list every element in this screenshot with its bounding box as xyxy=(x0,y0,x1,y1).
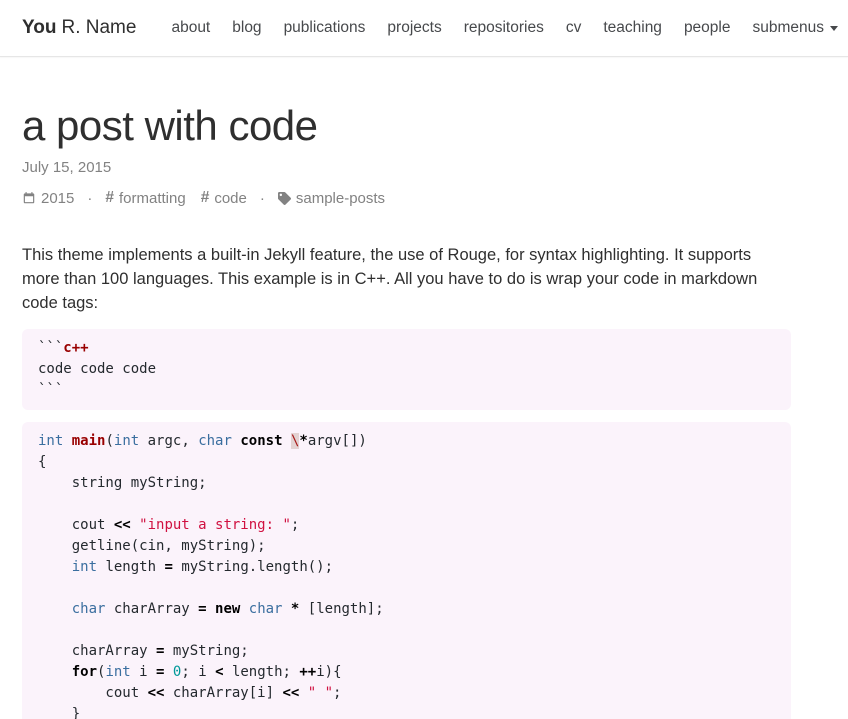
calendar-icon xyxy=(22,191,36,205)
code-line: { xyxy=(38,452,775,473)
code-line: cout << "input a string: "; xyxy=(38,515,775,536)
category-link-formatting[interactable]: # formatting xyxy=(105,189,185,207)
post-content: a post with code July 15, 2015 2015 · # … xyxy=(0,102,848,719)
category-links: # formatting # code xyxy=(105,189,246,207)
code-line xyxy=(38,494,775,515)
tag-icon xyxy=(278,192,291,205)
code-line: code code code xyxy=(38,359,775,380)
chevron-down-icon xyxy=(830,26,838,31)
tag-link-sample-posts[interactable]: sample-posts xyxy=(278,190,385,207)
nav-item-about[interactable]: about xyxy=(160,19,221,37)
hash-icon: # xyxy=(105,189,114,207)
code-block-markdown-example: ```c++code code code``` xyxy=(22,329,791,410)
code-line: charArray = myString; xyxy=(38,641,775,662)
code-line: cout << charArray[i] << " "; xyxy=(38,683,775,704)
code-line: for(int i = 0; i < length; ++i){ xyxy=(38,662,775,683)
hash-icon: # xyxy=(201,189,210,207)
meta-separator: · xyxy=(260,190,265,207)
post-meta: 2015 · # formatting # code · sample-post… xyxy=(22,189,791,207)
tag-label: sample-posts xyxy=(296,190,385,207)
code-block-cpp-example: int main(int argc, char const \*argv[]){… xyxy=(22,422,791,719)
submenus-label: submenus xyxy=(752,19,824,37)
code-line: ```c++ xyxy=(38,338,775,359)
nav-items: aboutblogpublicationsprojectsrepositorie… xyxy=(160,19,741,37)
nav-item-submenus[interactable]: submenus xyxy=(741,19,848,37)
code-line: int main(int argc, char const \*argv[]) xyxy=(38,431,775,452)
code-line xyxy=(38,620,775,641)
meta-separator: · xyxy=(87,190,92,207)
navbar: YouR. Name aboutblogpublicationsprojects… xyxy=(0,0,848,57)
brand-last-name: R. Name xyxy=(61,17,136,38)
nav-item-repositories[interactable]: repositories xyxy=(453,19,555,37)
code-line: getline(cin, myString); xyxy=(38,536,775,557)
nav-item-teaching[interactable]: teaching xyxy=(592,19,673,37)
nav-item-blog[interactable]: blog xyxy=(221,19,272,37)
year-label: 2015 xyxy=(41,190,74,207)
post-paragraph: This theme implements a built-in Jekyll … xyxy=(22,244,791,316)
category-link-code[interactable]: # code xyxy=(201,189,247,207)
year-link[interactable]: 2015 xyxy=(22,190,74,207)
nav-item-cv[interactable]: cv xyxy=(555,19,593,37)
category-label: code xyxy=(214,190,247,207)
code-line: char charArray = new char * [length]; xyxy=(38,599,775,620)
site-brand[interactable]: YouR. Name xyxy=(22,17,136,39)
code-line: string myString; xyxy=(38,473,775,494)
page-title: a post with code xyxy=(22,102,791,150)
code-line: int length = myString.length(); xyxy=(38,557,775,578)
nav-item-publications[interactable]: publications xyxy=(273,19,377,37)
code-line xyxy=(38,578,775,599)
code-line: } xyxy=(38,704,775,719)
code-line: ``` xyxy=(38,380,775,401)
post-date: July 15, 2015 xyxy=(22,159,791,176)
nav-item-projects[interactable]: projects xyxy=(376,19,452,37)
category-label: formatting xyxy=(119,190,186,207)
nav-item-people[interactable]: people xyxy=(673,19,742,37)
brand-first-name: You xyxy=(22,17,56,38)
